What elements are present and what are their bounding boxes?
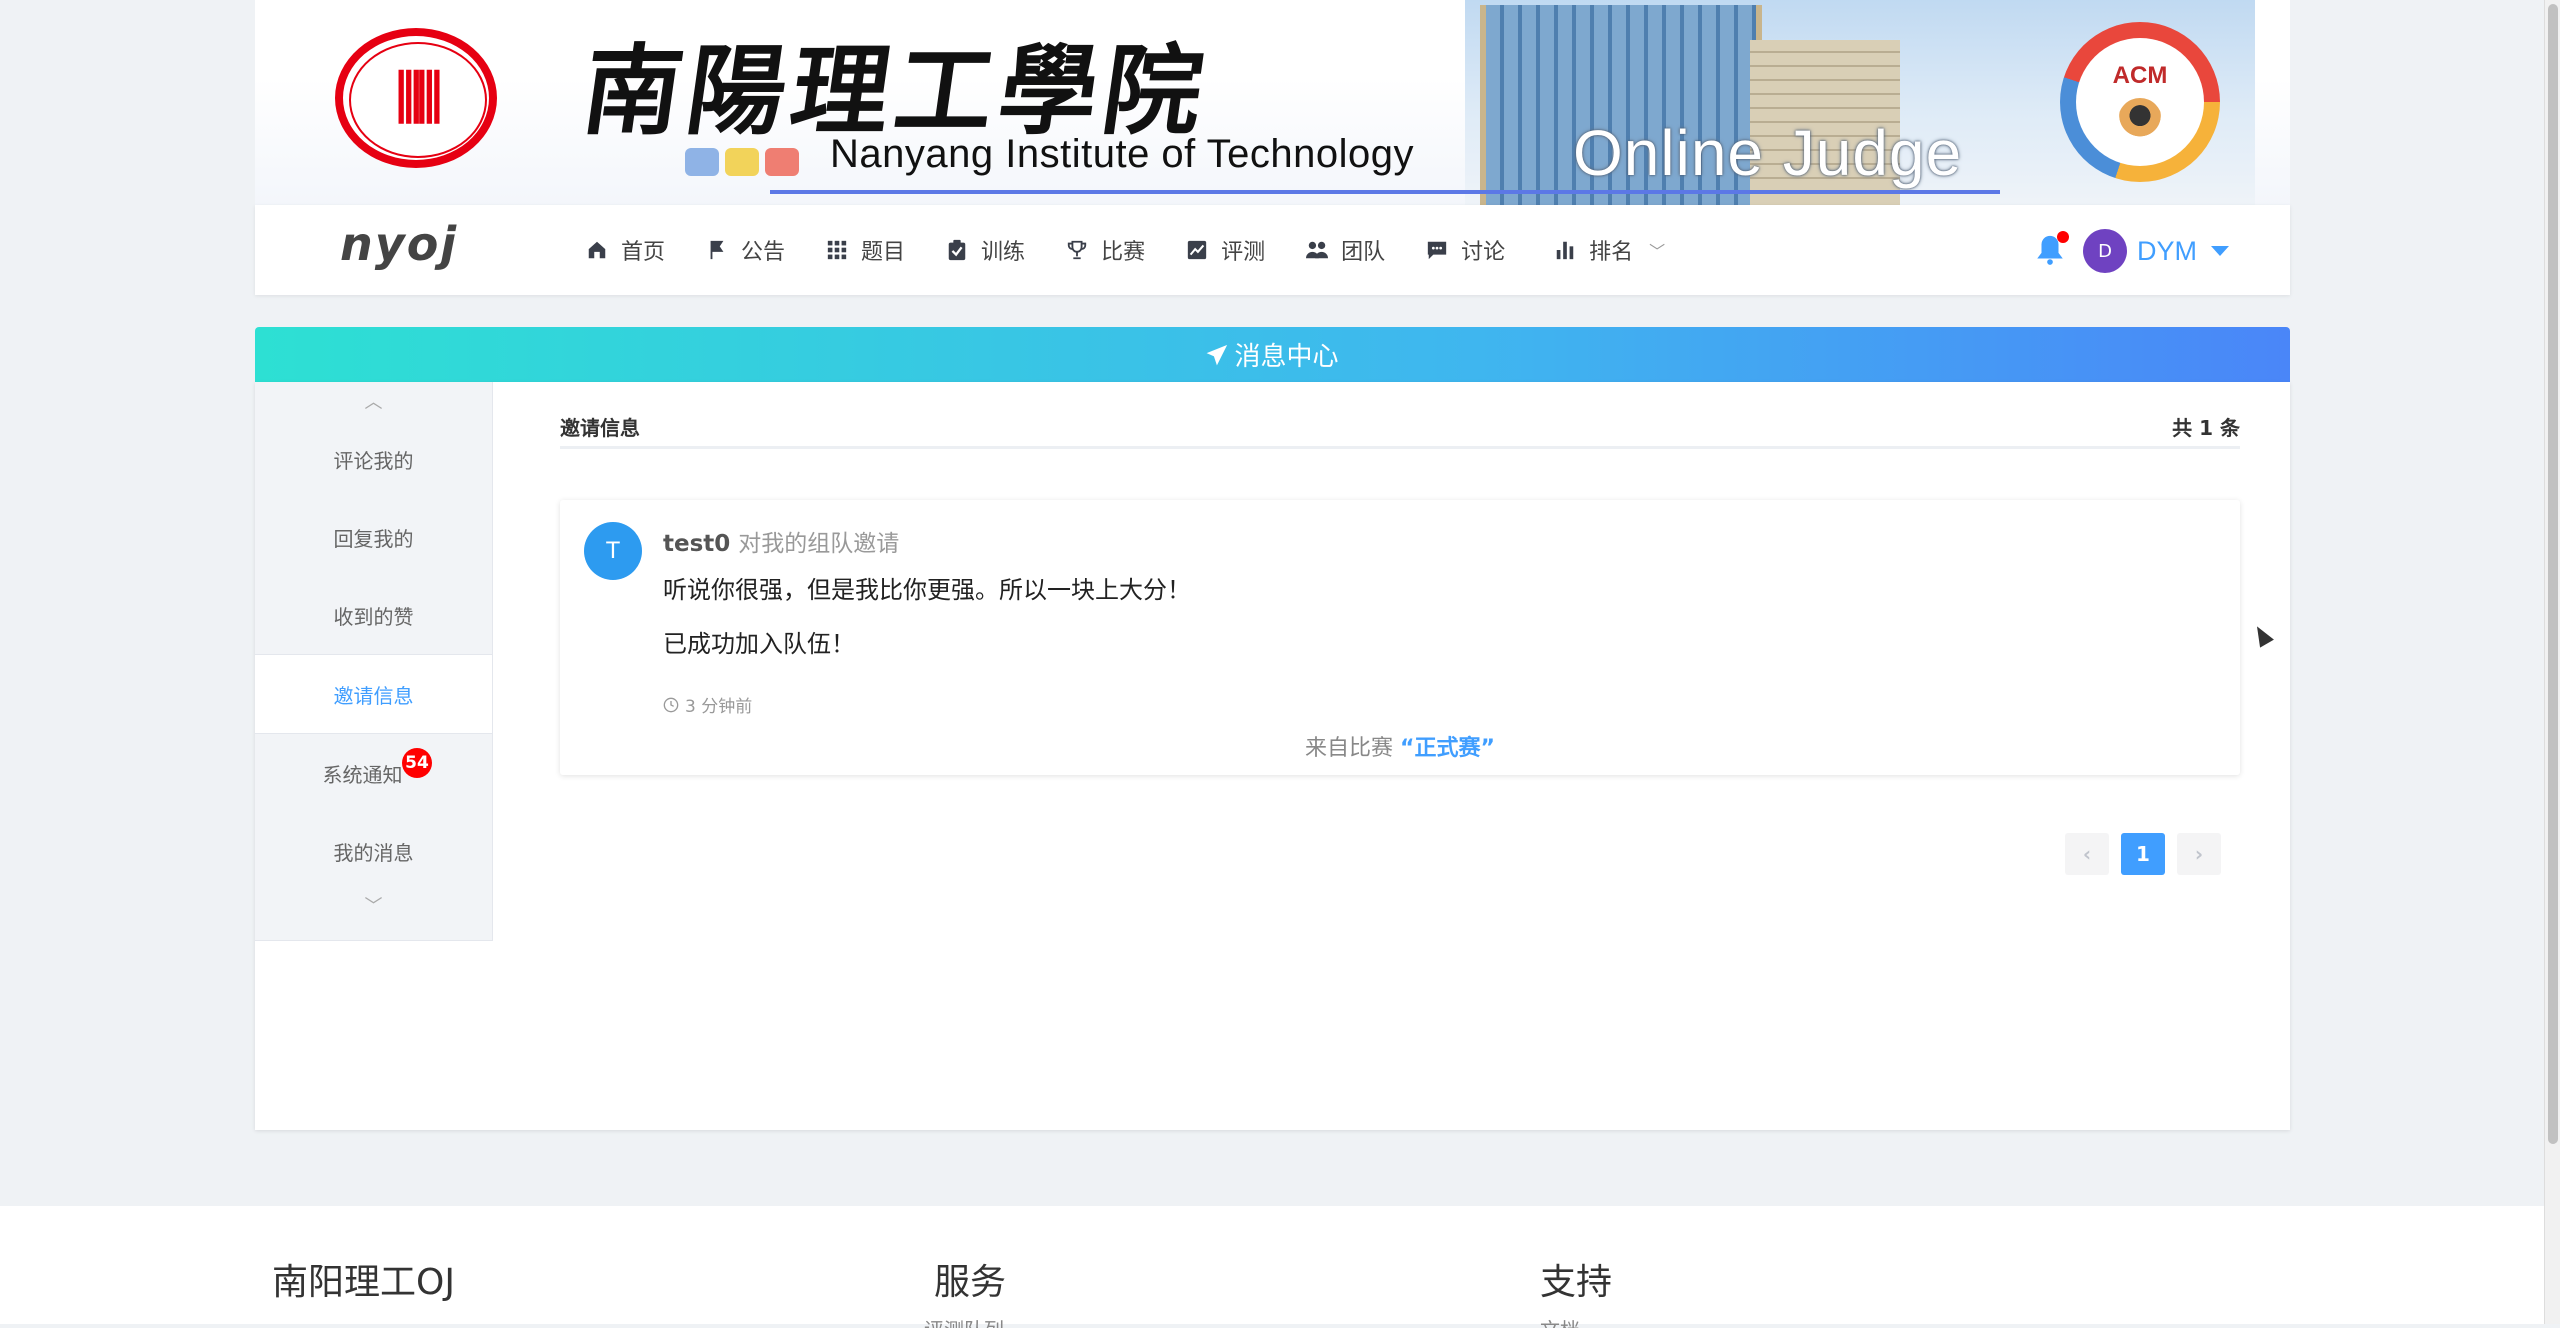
- site-footer: 南阳理工OJ 服务 支持 评测队列 文档: [0, 1206, 2560, 1328]
- sidebar-item-label: 回复我的: [333, 526, 414, 551]
- message-sidebar: ︿ 评论我的 回复我的 收到的赞 邀请信息 系统通知 54 我的消息 ﹀: [255, 382, 493, 941]
- paper-plane-icon: [1207, 344, 1228, 365]
- chat-bubble-icon: [685, 148, 719, 176]
- bar-chart-icon: [1553, 238, 1577, 262]
- nav-item-discussion[interactable]: 讨论: [1405, 205, 1525, 295]
- banner-underline: [770, 190, 2000, 194]
- sidebar-item-system-notices[interactable]: 系统通知 54: [255, 734, 492, 812]
- acm-logo-inner: ACM: [2076, 38, 2204, 166]
- unread-badge: 54: [402, 748, 432, 778]
- nav-item-teams[interactable]: 团队: [1285, 205, 1405, 295]
- nav-item-label: 训练: [981, 240, 1026, 265]
- page-scrollbar[interactable]: [2544, 0, 2560, 1324]
- contest-link[interactable]: “正式赛”: [1400, 736, 1495, 761]
- message-source: 来自比赛 “正式赛”: [560, 730, 2240, 762]
- trophy-icon: [1065, 238, 1089, 262]
- message-status: 已成功加入队伍！: [663, 630, 855, 658]
- section-title: 邀请信息: [560, 416, 640, 440]
- nav-item-announcements[interactable]: 公告: [685, 205, 805, 295]
- nav-item-label: 排名: [1589, 240, 1634, 265]
- school-seal-logo: ⫼⫼: [335, 28, 497, 168]
- chart-line-icon: [1185, 238, 1209, 262]
- seal-ring: [349, 42, 487, 158]
- nav-menu: 首页 公告 题目 训练 比赛 评测 团队 讨论 排名 ﹀: [565, 205, 1685, 295]
- next-page-button[interactable]: ›: [2177, 833, 2221, 875]
- users-icon: [1305, 238, 1329, 262]
- footer-heading-oj: 南阳理工OJ: [272, 1262, 455, 1303]
- user-menu[interactable]: D DYM: [2083, 229, 2229, 273]
- school-name-english: Nanyang Institute of Technology: [830, 132, 1415, 176]
- nav-item-label: 讨论: [1461, 240, 1506, 265]
- online-judge-title: Online Judge: [1573, 117, 1963, 189]
- scrollbar-thumb[interactable]: [2548, 4, 2558, 1144]
- message-action: 对我的组队邀请: [738, 531, 900, 557]
- footer-link-queue[interactable]: 评测队列: [924, 1314, 1004, 1328]
- nav-item-ranking[interactable]: 排名 ﹀: [1533, 205, 1685, 295]
- footer-heading-services: 服务: [934, 1262, 1007, 1303]
- time-text: 3 分钟前: [685, 697, 753, 717]
- sidebar-item-likes[interactable]: 收到的赞: [255, 576, 492, 654]
- username: DYM: [2137, 235, 2197, 266]
- flag-icon: [705, 238, 729, 262]
- sidebar-item-label: 系统通知: [322, 762, 403, 787]
- nav-item-label: 团队: [1341, 240, 1386, 265]
- site-banner: ⫼⫼ 南陽理工學院 Nanyang Institute of Technolog…: [255, 0, 2290, 205]
- acm-figure-icon: [2118, 98, 2162, 142]
- acm-logo: ACM: [2060, 22, 2220, 182]
- message-text: 听说你很强，但是我比你更强。所以一块上大分！: [663, 576, 1191, 604]
- message-center-card: ︿ 评论我的 回复我的 收到的赞 邀请信息 系统通知 54 我的消息 ﹀ 邀请信…: [255, 382, 2290, 1130]
- main-nav: nyoj 首页 公告 题目 训练 比赛 评测 团队 讨论 排名 ﹀ D DYM: [255, 205, 2290, 295]
- pagination: ‹ 1 ›: [2065, 833, 2221, 875]
- nav-item-label: 比赛: [1101, 240, 1146, 265]
- avatar: D: [2083, 229, 2127, 273]
- nav-item-contests[interactable]: 比赛: [1045, 205, 1165, 295]
- nav-item-problems[interactable]: 题目: [805, 205, 925, 295]
- clipboard-icon: [945, 238, 969, 262]
- sidebar-item-replies[interactable]: 回复我的: [255, 498, 492, 576]
- sidebar-item-my-messages[interactable]: 我的消息: [255, 812, 492, 890]
- sidebar-item-label: 评论我的: [333, 448, 414, 473]
- footer-heading-support: 支持: [1540, 1262, 1613, 1303]
- message-center-header: 消息中心: [255, 327, 2290, 382]
- notification-bell[interactable]: [2033, 231, 2069, 269]
- total-count: 共 1 条: [2172, 416, 2240, 440]
- chevron-down-icon: ﹀: [1649, 242, 1666, 261]
- caret-down-icon: [2211, 246, 2229, 256]
- clock-icon: [663, 697, 679, 712]
- brand-logo[interactable]: nyoj: [340, 217, 458, 271]
- y-badge-icon: [725, 148, 759, 176]
- home-icon: [585, 238, 609, 262]
- sidebar-item-label: 收到的赞: [333, 604, 414, 629]
- comment-icon: [1425, 238, 1449, 262]
- sender-name[interactable]: test0: [663, 531, 730, 557]
- invitation-message: T test0 对我的组队邀请 听说你很强，但是我比你更强。所以一块上大分！ 已成…: [560, 500, 2240, 775]
- grid-icon: [825, 238, 849, 262]
- sidebar-item-label: 邀请信息: [333, 683, 414, 708]
- nav-item-training[interactable]: 训练: [925, 205, 1045, 295]
- nav-item-label: 评测: [1221, 240, 1266, 265]
- message-sender-line: test0 对我的组队邀请: [663, 524, 899, 558]
- nav-item-label: 首页: [621, 240, 666, 265]
- avatar[interactable]: T: [584, 522, 642, 580]
- notification-dot: [2057, 231, 2069, 243]
- sidebar-item-label: 我的消息: [333, 840, 414, 865]
- message-time: 3 分钟前: [663, 692, 752, 717]
- chevron-up-icon[interactable]: ︿: [255, 382, 492, 420]
- chevron-down-icon[interactable]: ﹀: [255, 890, 492, 920]
- nav-item-home[interactable]: 首页: [565, 205, 685, 295]
- heart-icon: [765, 148, 799, 176]
- prev-page-button[interactable]: ‹: [2065, 833, 2109, 875]
- source-prefix: 来自比赛: [1305, 736, 1394, 761]
- sidebar-item-invitations[interactable]: 邀请信息: [255, 654, 492, 734]
- nav-item-label: 题目: [861, 240, 906, 265]
- banner-mini-icons: [685, 148, 799, 176]
- section-header: 邀请信息 共 1 条: [560, 412, 2240, 449]
- nav-item-label: 公告: [741, 240, 786, 265]
- page-number-button[interactable]: 1: [2121, 833, 2165, 875]
- sidebar-item-comments[interactable]: 评论我的: [255, 420, 492, 498]
- message-center-title: 消息中心: [1234, 342, 1339, 372]
- footer-link-docs[interactable]: 文档: [1540, 1314, 1580, 1328]
- acm-label: ACM: [2112, 62, 2168, 89]
- nav-item-judge-status[interactable]: 评测: [1165, 205, 1285, 295]
